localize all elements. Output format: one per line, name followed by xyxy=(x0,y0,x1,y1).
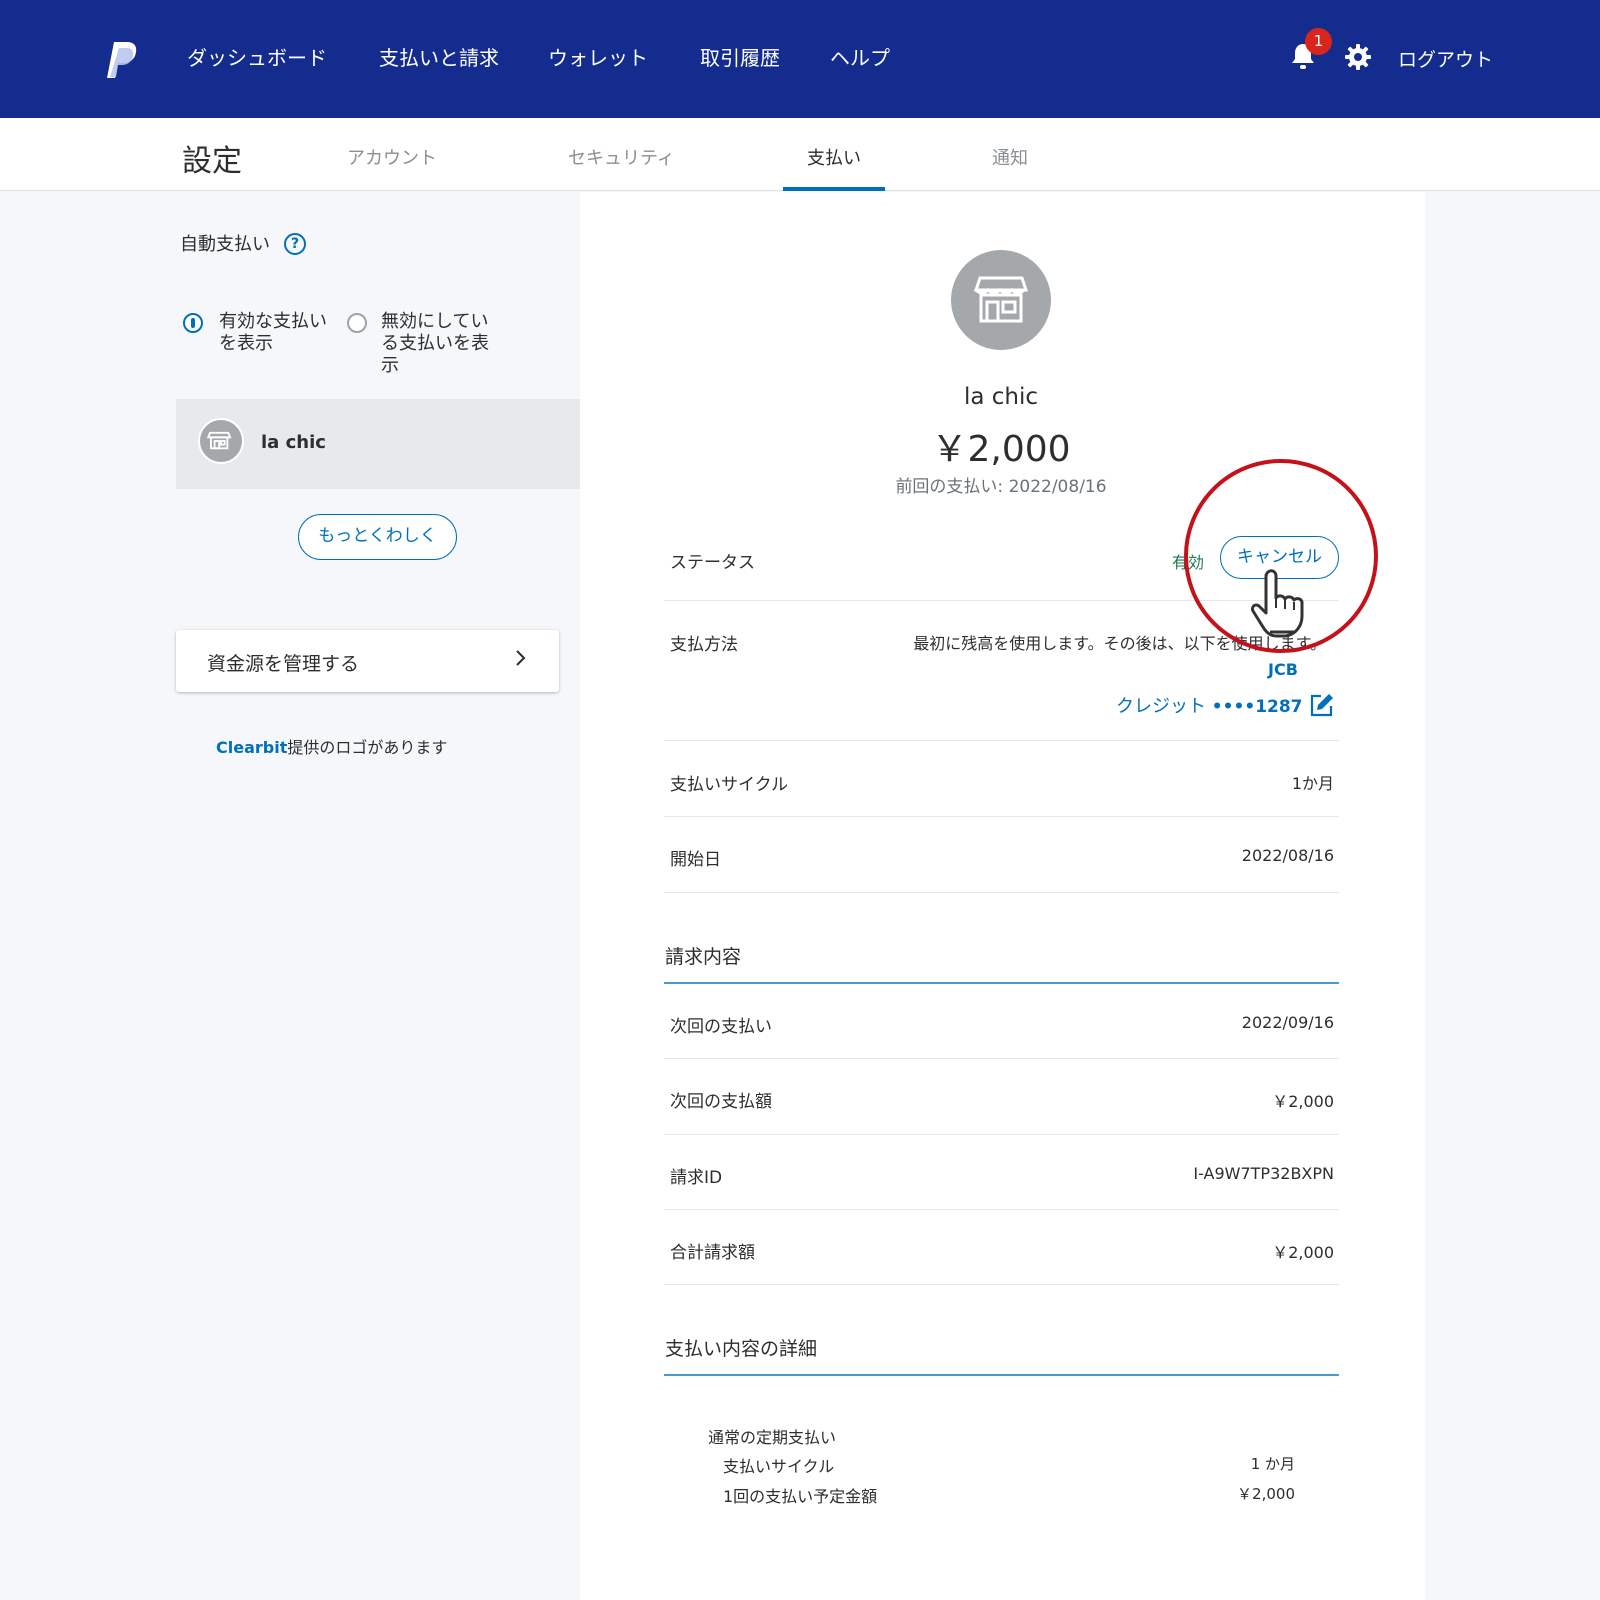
notification-badge: 1 xyxy=(1305,28,1332,55)
gear-icon[interactable] xyxy=(1345,44,1371,70)
row-divider xyxy=(664,740,1339,741)
tab-account[interactable]: アカウント xyxy=(347,144,437,170)
card-type: クレジット xyxy=(1116,696,1212,717)
tab-notifications[interactable]: 通知 xyxy=(992,144,1028,170)
billing-id-label: 請求ID xyxy=(670,1168,723,1188)
payment-cycle-label: 支払いサイクル xyxy=(670,775,789,795)
tab-payments[interactable]: 支払い xyxy=(807,144,861,170)
chevron-right-icon xyxy=(516,650,526,666)
detail-amount-value: ￥2,000 xyxy=(1237,1485,1295,1503)
active-tab-indicator xyxy=(783,187,885,191)
detail-cycle-label: 支払いサイクル xyxy=(723,1457,835,1476)
learn-more-button[interactable]: もっとくわしく xyxy=(298,514,457,560)
clearbit-link[interactable]: Clearbit xyxy=(216,738,287,757)
autopay-title: 自動支払い xyxy=(180,234,270,255)
section-divider xyxy=(664,982,1339,984)
last-payment-date: 前回の支払い: 2022/08/16 xyxy=(895,477,1107,497)
logout-link[interactable]: ログアウト xyxy=(1398,45,1493,72)
radio-active-label-line2: を表示 xyxy=(219,333,273,354)
edit-icon[interactable] xyxy=(1309,692,1335,718)
pointer-hand-icon xyxy=(1251,569,1304,638)
payment-details-title: 支払い内容の詳細 xyxy=(665,1338,818,1360)
next-payment-value: 2022/09/16 xyxy=(1241,1013,1334,1032)
manage-funding-button[interactable]: 資金源を管理する xyxy=(176,630,559,692)
merchant-large-avatar xyxy=(951,250,1051,350)
merchant-name: la chic xyxy=(963,384,1039,410)
section-divider xyxy=(664,1374,1339,1376)
payment-amount: ￥2,000 xyxy=(931,429,1071,470)
billing-id-value: I-A9W7TP32BXPN xyxy=(1193,1164,1334,1183)
radio-active-payments[interactable] xyxy=(183,313,203,333)
radio-inactive-label-line3: 示 xyxy=(381,355,399,376)
next-amount-label: 次回の支払額 xyxy=(670,1092,772,1112)
row-divider xyxy=(664,1284,1339,1285)
nav-payments-billing[interactable]: 支払いと請求 xyxy=(379,42,499,71)
nav-wallet[interactable]: ウォレット xyxy=(548,42,648,71)
nav-help[interactable]: ヘルプ xyxy=(830,42,890,71)
paypal-logo-icon[interactable] xyxy=(106,40,140,80)
merchant-avatar xyxy=(198,418,244,464)
manage-funding-label: 資金源を管理する xyxy=(207,653,360,675)
total-billed-label: 合計請求額 xyxy=(670,1243,755,1263)
card-info[interactable]: クレジット ••••1287 xyxy=(1116,692,1303,718)
status-label: ステータス xyxy=(670,553,755,573)
recurring-heading: 通常の定期支払い xyxy=(708,1428,837,1447)
radio-inactive-payments[interactable] xyxy=(347,313,367,333)
radio-inactive-label-line1: 無効にしてい xyxy=(381,311,489,332)
merchant-list-name: la chic xyxy=(261,432,326,453)
detail-amount-label: 1回の支払い予定金額 xyxy=(723,1487,878,1506)
next-payment-label: 次回の支払い xyxy=(670,1017,772,1037)
store-icon xyxy=(206,431,232,450)
clearbit-attribution: Clearbit提供のロゴがあります xyxy=(216,734,447,758)
payment-cycle-value: 1か月 xyxy=(1291,774,1334,793)
clearbit-text: 提供のロゴがあります xyxy=(287,738,448,757)
radio-active-label-line1: 有効な支払い xyxy=(219,311,327,332)
payment-method-label: 支払方法 xyxy=(670,635,738,655)
nav-dashboard[interactable]: ダッシュボード xyxy=(187,42,327,71)
row-divider xyxy=(664,1058,1339,1059)
settings-subnav: 設定 アカウント セキュリティ 支払い 通知 xyxy=(0,118,1600,191)
page-title: 設定 xyxy=(182,144,242,179)
row-divider xyxy=(664,816,1339,817)
row-divider xyxy=(664,1209,1339,1210)
card-brand: JCB xyxy=(1268,660,1298,679)
radio-inactive-label-line2: る支払いを表 xyxy=(381,333,489,354)
tab-security[interactable]: セキュリティ xyxy=(568,144,675,170)
top-navigation: ダッシュボード 支払いと請求 ウォレット 取引履歴 ヘルプ 1 ログアウト xyxy=(0,0,1600,118)
help-icon[interactable]: ? xyxy=(284,233,306,255)
start-date-label: 開始日 xyxy=(670,850,721,870)
next-amount-value: ￥2,000 xyxy=(1272,1092,1334,1111)
billing-section-title: 請求内容 xyxy=(665,946,742,968)
row-divider xyxy=(664,1134,1339,1135)
card-number: ••••1287 xyxy=(1211,697,1303,717)
start-date-value: 2022/08/16 xyxy=(1241,846,1334,865)
nav-activity[interactable]: 取引履歴 xyxy=(700,42,780,71)
row-divider xyxy=(664,892,1339,893)
total-billed-value: ￥2,000 xyxy=(1272,1243,1334,1262)
detail-cycle-value: 1 か月 xyxy=(1250,1455,1295,1473)
store-icon xyxy=(974,276,1028,323)
